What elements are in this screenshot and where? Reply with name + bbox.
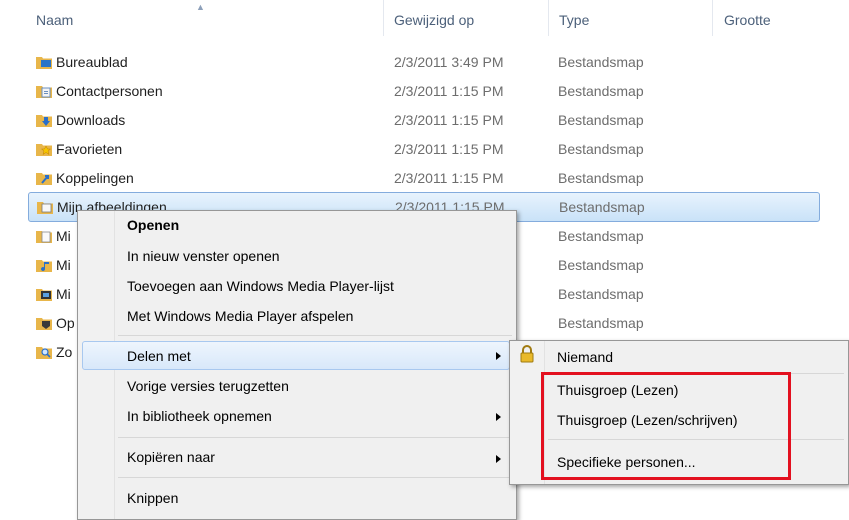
menu-item-cut[interactable]: Knippen xyxy=(127,490,178,506)
file-type: Bestandsmap xyxy=(558,286,644,302)
file-type: Bestandsmap xyxy=(558,170,644,186)
column-separator[interactable] xyxy=(383,0,384,36)
file-name: Bureaublad xyxy=(56,54,128,70)
submenu-arrow-icon xyxy=(496,455,501,463)
sort-ascending-icon: ▲ xyxy=(196,2,205,12)
highlight-box xyxy=(541,372,791,480)
file-name: Op xyxy=(56,315,75,331)
pictures-folder-icon xyxy=(37,202,53,214)
list-item[interactable]: Favorieten 2/3/2011 1:15 PM Bestandsmap xyxy=(28,135,820,164)
menu-item-play-wmp[interactable]: Met Windows Media Player afspelen xyxy=(127,308,353,324)
submenu-arrow-icon xyxy=(496,413,501,421)
saved-games-folder-icon xyxy=(36,318,52,330)
column-type[interactable]: Type xyxy=(559,12,589,28)
file-type: Bestandsmap xyxy=(558,112,644,128)
links-folder-icon xyxy=(36,173,52,185)
column-name[interactable]: Naam xyxy=(36,12,73,28)
contacts-folder-icon xyxy=(36,86,52,98)
list-item[interactable]: Koppelingen 2/3/2011 1:15 PM Bestandsmap xyxy=(28,164,820,193)
file-date: 2/3/2011 1:15 PM xyxy=(394,141,504,157)
list-item[interactable]: Bureaublad 2/3/2011 3:49 PM Bestandsmap xyxy=(28,48,820,77)
file-name: Mi xyxy=(56,286,71,302)
column-size[interactable]: Grootte xyxy=(724,12,771,28)
menu-item-add-to-wmp-list[interactable]: Toevoegen aan Windows Media Player-lijst xyxy=(127,278,394,294)
column-separator[interactable] xyxy=(712,0,713,36)
list-item[interactable]: Downloads 2/3/2011 1:15 PM Bestandsmap xyxy=(28,106,820,135)
file-type: Bestandsmap xyxy=(558,141,644,157)
file-name: Contactpersonen xyxy=(56,83,163,99)
menu-separator xyxy=(118,437,512,438)
favorites-folder-icon xyxy=(36,144,52,156)
menu-item-restore-previous[interactable]: Vorige versies terugzetten xyxy=(127,378,289,394)
file-type: Bestandsmap xyxy=(558,315,644,331)
menu-item-open[interactable]: Openen xyxy=(127,217,179,233)
menu-separator xyxy=(118,335,512,336)
file-name: Mi xyxy=(56,257,71,273)
menu-item-include-in-library[interactable]: In bibliotheek opnemen xyxy=(127,408,272,424)
file-date: 2/3/2011 1:15 PM xyxy=(394,170,504,186)
context-menu: Openen In nieuw venster openen Toevoegen… xyxy=(77,210,517,520)
menu-separator xyxy=(118,477,512,478)
music-folder-icon xyxy=(36,260,52,272)
file-type: Bestandsmap xyxy=(558,228,644,244)
file-type: Bestandsmap xyxy=(558,83,644,99)
file-name: Mi xyxy=(56,228,71,244)
column-separator[interactable] xyxy=(548,0,549,36)
menu-item-share-with-label: Delen met xyxy=(127,348,191,364)
file-name: Downloads xyxy=(56,112,126,128)
menu-item-open-new-window[interactable]: In nieuw venster openen xyxy=(127,248,280,264)
list-item[interactable]: Contactpersonen 2/3/2011 1:15 PM Bestand… xyxy=(28,77,820,106)
file-date: 2/3/2011 1:15 PM xyxy=(394,83,504,99)
file-type: Bestandsmap xyxy=(559,199,645,215)
file-date: 2/3/2011 3:49 PM xyxy=(394,54,504,70)
lock-icon xyxy=(520,345,534,363)
file-type: Bestandsmap xyxy=(558,257,644,273)
file-name: Favorieten xyxy=(56,141,123,157)
file-name: Koppelingen xyxy=(56,170,134,186)
column-header: ▲ Naam Gewijzigd op Type Grootte xyxy=(0,0,849,36)
searches-folder-icon xyxy=(36,347,52,359)
column-modified[interactable]: Gewijzigd op xyxy=(394,12,474,28)
submenu-arrow-icon xyxy=(496,352,501,360)
documents-folder-icon xyxy=(36,231,52,243)
menu-item-nobody[interactable]: Niemand xyxy=(557,349,613,365)
videos-folder-icon xyxy=(36,289,52,301)
file-type: Bestandsmap xyxy=(558,54,644,70)
file-name: Zo xyxy=(56,344,73,360)
menu-item-copy-to[interactable]: Kopiëren naar xyxy=(127,449,215,465)
file-date: 2/3/2011 1:15 PM xyxy=(394,112,504,128)
downloads-folder-icon xyxy=(36,115,52,127)
desktop-folder-icon xyxy=(36,57,52,69)
